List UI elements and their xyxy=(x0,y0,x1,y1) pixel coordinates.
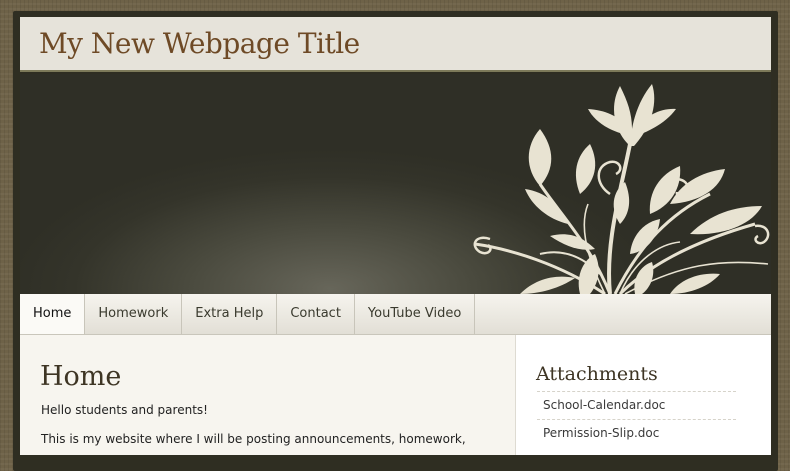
nav-item-contact[interactable]: Contact xyxy=(277,294,355,334)
attachments-heading: Attachments xyxy=(536,363,658,385)
attachment-link[interactable]: Permission-Slip.doc xyxy=(537,419,736,447)
body-paragraph: This is my website where I will be posti… xyxy=(41,432,466,446)
intro-text: Hello students and parents! xyxy=(41,403,208,417)
site-title[interactable]: My New Webpage Title xyxy=(39,27,360,60)
main-nav: Home Homework Extra Help Contact YouTube… xyxy=(20,294,771,335)
floral-ornament-icon xyxy=(473,84,770,294)
page-title: Home xyxy=(40,361,122,392)
site-header: My New Webpage Title xyxy=(20,17,771,72)
nav-item-homework[interactable]: Homework xyxy=(85,294,183,334)
header-banner xyxy=(20,74,771,294)
nav-item-youtube-video[interactable]: YouTube Video xyxy=(355,294,476,334)
nav-item-extra-help[interactable]: Extra Help xyxy=(182,294,278,334)
main-content: Home Hello students and parents! This is… xyxy=(20,335,515,455)
attachment-link[interactable]: School-Calendar.doc xyxy=(537,391,736,419)
attachments-list: School-Calendar.doc Permission-Slip.doc xyxy=(537,391,736,447)
nav-item-home[interactable]: Home xyxy=(20,294,86,334)
sidebar: Attachments School-Calendar.doc Permissi… xyxy=(515,335,771,455)
